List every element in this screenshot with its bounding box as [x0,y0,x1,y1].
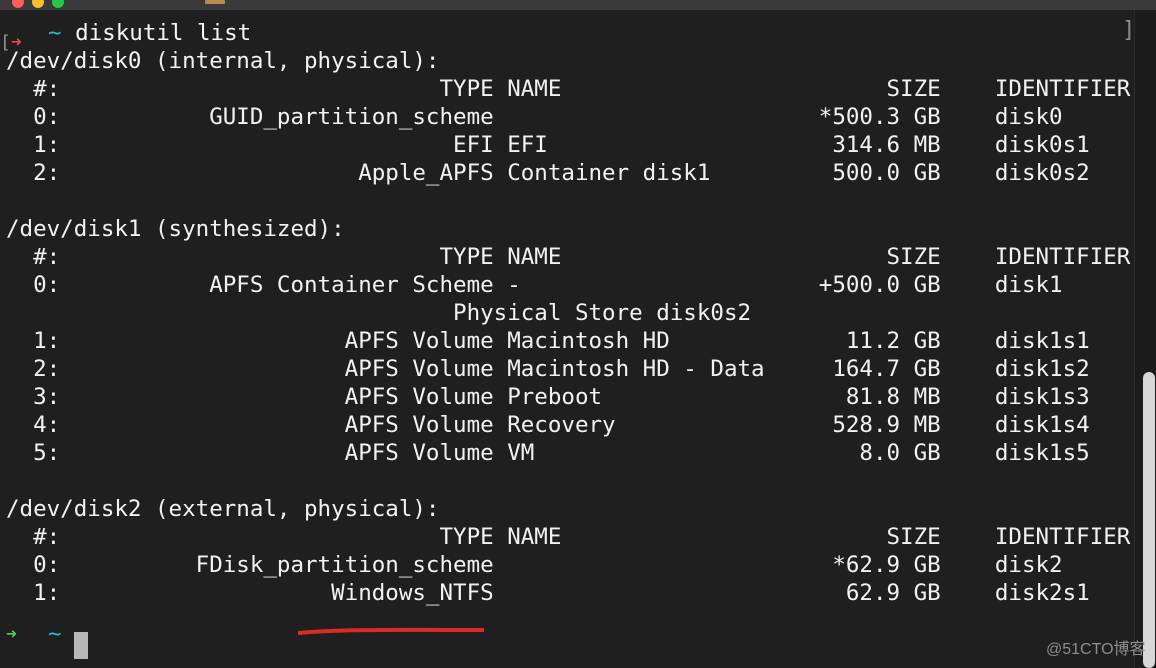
terminal-output[interactable]: [➜ ~ diskutil list /dev/disk0 (internal,… [0,10,1134,668]
watermark-text: @51CTO博客 [1046,641,1146,658]
current-prompt-tilde: ~ [48,621,62,647]
scrollbar-thumb[interactable] [1143,372,1155,668]
table-header-row: #: TYPE NAME SIZE IDENTIFIER [6,76,1131,102]
table-header-row: #: TYPE NAME SIZE IDENTIFIER [6,244,1131,270]
disk-header: /dev/disk1 (synthesized): [6,216,345,242]
partition-row: 1: APFS Volume Macintosh HD 11.2 GB disk… [6,328,1090,354]
disk-header: /dev/disk0 (internal, physical): [6,48,440,74]
command-text: diskutil list [75,20,252,46]
zoom-window-icon[interactable] [52,0,64,8]
partition-row: 0: FDisk_partition_scheme *62.9 GB disk2 [6,552,1063,578]
prompt-tilde: ~ [48,20,62,46]
partition-row: 2: APFS Volume Macintosh HD - Data 164.7… [6,356,1090,382]
partition-row: 5: APFS Volume VM 8.0 GB disk1s5 [6,440,1090,466]
partition-row: 0: GUID_partition_scheme *500.3 GB disk0 [6,104,1063,130]
partition-row: 1: EFI EFI 314.6 MB disk0s1 [6,132,1090,158]
disk-header: /dev/disk2 (external, physical): [6,496,440,522]
minimize-window-icon[interactable] [32,0,44,8]
terminal-right-bracket: ] [1122,18,1136,43]
partition-row: 3: APFS Volume Preboot 81.8 MB disk1s3 [6,384,1090,410]
partition-row: 2: Apple_APFS Container disk1 500.0 GB d… [6,160,1090,186]
command-line: ~ diskutil list [48,19,251,47]
terminal-title-icon [205,0,225,4]
terminal-cursor[interactable] [74,632,88,659]
partition-row: Physical Store disk0s2 [6,300,752,326]
prompt-arrow-green-icon: ➜ [6,624,17,645]
close-window-icon[interactable] [12,0,24,8]
terminal-window: [➜ ~ diskutil list /dev/disk0 (internal,… [0,0,1156,668]
partition-row: 1: Windows_NTFS 62.9 GB disk2s1 [6,580,1090,606]
partition-row: 4: APFS Volume Recovery 528.9 MB disk1s4 [6,412,1090,438]
red-annotation-underline [298,627,484,635]
partition-row: 0: APFS Container Scheme - +500.0 GB dis… [6,272,1063,298]
window-titlebar [0,0,1156,10]
table-header-row: #: TYPE NAME SIZE IDENTIFIER [6,524,1131,550]
